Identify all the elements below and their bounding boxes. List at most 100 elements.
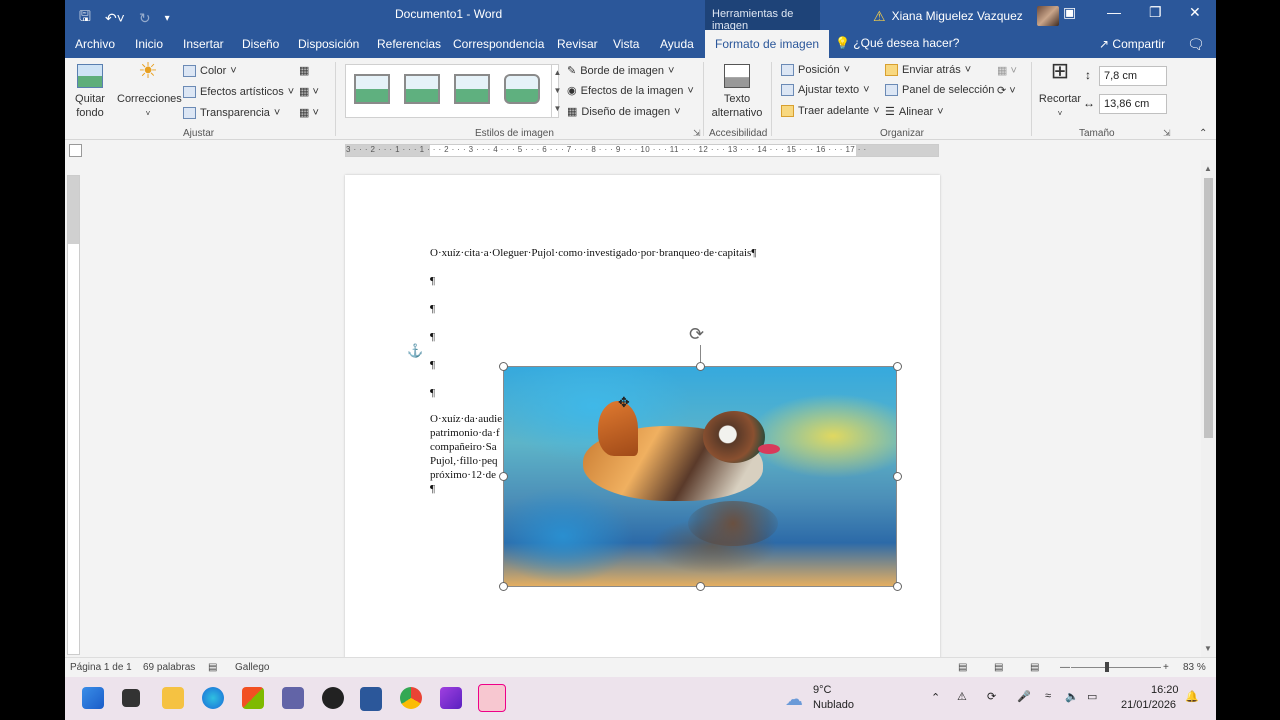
tab-correspondencia[interactable]: Correspondencia bbox=[453, 37, 544, 51]
weather-desc[interactable]: Nublado bbox=[813, 699, 854, 711]
notifications-icon[interactable]: 🔔 bbox=[1185, 690, 1199, 703]
style-thumbnail[interactable] bbox=[504, 74, 540, 104]
resize-handle-w[interactable] bbox=[499, 472, 508, 481]
tab-ayuda[interactable]: Ayuda bbox=[660, 37, 694, 51]
size-dialog-launcher-icon[interactable]: ⇲ bbox=[1163, 128, 1171, 139]
empty-paragraph[interactable]: ¶ bbox=[430, 303, 435, 315]
body-line[interactable]: patrimonio·da·f bbox=[430, 427, 500, 439]
sync-icon[interactable]: ⟳ bbox=[987, 690, 996, 703]
body-line[interactable]: compañeiro·Sa bbox=[430, 441, 497, 453]
resize-handle-nw[interactable] bbox=[499, 362, 508, 371]
change-picture-icon[interactable]: ▦ ˅ bbox=[299, 85, 319, 98]
tab-diseno[interactable]: Diseño bbox=[242, 37, 279, 51]
print-layout-icon[interactable]: ▤ bbox=[994, 662, 1003, 673]
clock-time[interactable]: 16:20 bbox=[1151, 684, 1179, 696]
resize-handle-sw[interactable] bbox=[499, 582, 508, 591]
word-icon[interactable] bbox=[360, 687, 382, 709]
undo-icon[interactable]: ↶˅ bbox=[105, 10, 125, 27]
correcciones-button[interactable]: ☀ Correcciones ˅ bbox=[117, 60, 182, 121]
style-thumbnail[interactable] bbox=[354, 74, 390, 104]
show-hidden-icons[interactable]: ⌃ bbox=[931, 691, 940, 704]
reset-picture-icon[interactable]: ▦ ˅ bbox=[299, 106, 319, 119]
store-icon[interactable] bbox=[242, 687, 264, 709]
scroll-down-icon[interactable]: ▼ bbox=[1204, 644, 1212, 653]
dialog-launcher-icon[interactable]: ⇲ bbox=[693, 128, 701, 139]
tell-me-search[interactable]: 💡 ¿Qué desea hacer? bbox=[835, 36, 959, 50]
empty-paragraph[interactable]: ¶ bbox=[430, 483, 435, 495]
file-explorer-icon[interactable] bbox=[162, 687, 184, 709]
transparencia-button[interactable]: Transparencia ˅ bbox=[183, 107, 280, 119]
language[interactable]: Gallego bbox=[235, 662, 269, 673]
battery-icon[interactable]: ▭ bbox=[1087, 690, 1097, 703]
ajustar-texto-button[interactable]: Ajustar texto ˅ bbox=[781, 84, 870, 96]
redo-icon[interactable]: ↻ bbox=[139, 10, 151, 27]
efectos-imagen-button[interactable]: ◉ Efectos de la imagen ˅ bbox=[567, 84, 694, 98]
teams-icon[interactable] bbox=[282, 687, 304, 709]
warning-icon[interactable]: ⚠ bbox=[873, 8, 886, 25]
tab-referencias[interactable]: Referencias bbox=[377, 37, 441, 51]
compress-pictures-icon[interactable]: ▦ bbox=[299, 64, 309, 77]
posicion-button[interactable]: Posición ˅ bbox=[781, 64, 850, 76]
efectos-artisticos-button[interactable]: Efectos artísticos ˅ bbox=[183, 86, 294, 98]
web-layout-icon[interactable]: ▤ bbox=[1030, 662, 1039, 673]
empty-paragraph[interactable]: ¶ bbox=[430, 359, 435, 371]
minimize-icon[interactable]: — bbox=[1107, 4, 1121, 20]
width-field[interactable]: 13,86 cm bbox=[1099, 94, 1167, 114]
start-icon[interactable] bbox=[82, 687, 104, 709]
wifi-icon[interactable]: ≈ bbox=[1045, 690, 1051, 702]
empty-paragraph[interactable]: ¶ bbox=[430, 275, 435, 287]
horizontal-ruler[interactable]: 3 · · · 2 · · · 1 · · · 1 · · · 2 · · · … bbox=[345, 144, 939, 157]
read-mode-icon[interactable]: ▤ bbox=[958, 662, 967, 673]
weather-temp[interactable]: 9°C bbox=[813, 684, 831, 696]
microphone-icon[interactable]: 🎤 bbox=[1017, 690, 1031, 703]
resize-handle-n[interactable] bbox=[696, 362, 705, 371]
clock-date[interactable]: 21/01/2026 bbox=[1121, 699, 1176, 711]
diseno-imagen-button[interactable]: ▦ Diseño de imagen ˅ bbox=[567, 105, 681, 119]
user-info[interactable]: ⚠ Xiana Miguelez Vazquez bbox=[873, 6, 1059, 26]
body-line[interactable]: O·xuíz·da·audie bbox=[430, 413, 502, 425]
enviar-atras-button[interactable]: Enviar atrás ˅ bbox=[885, 64, 971, 76]
share-button[interactable]: ↗ Compartir bbox=[1099, 37, 1165, 51]
collapse-ribbon-icon[interactable]: ⌃ bbox=[1199, 128, 1207, 139]
task-view-icon[interactable] bbox=[122, 689, 140, 707]
texto-alternativo-button[interactable]: Texto alternativo bbox=[709, 64, 765, 120]
paragraph-headline[interactable]: O·xuíz·cita·a·Oleguer·Pujol·como·investi… bbox=[430, 247, 756, 259]
word-count[interactable]: 69 palabras bbox=[143, 662, 195, 673]
borde-imagen-button[interactable]: ✎ Borde de imagen ˅ bbox=[567, 64, 674, 78]
recortar-button[interactable]: ⊞ Recortar ˅ bbox=[1037, 60, 1083, 121]
restore-icon[interactable]: ❐ bbox=[1149, 4, 1162, 21]
customize-qat-icon[interactable]: ▾ bbox=[165, 13, 170, 24]
resize-handle-ne[interactable] bbox=[893, 362, 902, 371]
edge-icon[interactable] bbox=[202, 687, 224, 709]
rotate-icon[interactable]: ⟳ ˅ bbox=[997, 84, 1016, 97]
zoom-slider-thumb[interactable] bbox=[1105, 662, 1109, 672]
zoom-in-icon[interactable]: + bbox=[1163, 662, 1169, 673]
tab-disposicion[interactable]: Disposición bbox=[298, 37, 359, 51]
height-field[interactable]: 7,8 cm bbox=[1099, 66, 1167, 86]
tab-revisar[interactable]: Revisar bbox=[557, 37, 598, 51]
zoom-level[interactable]: 83 % bbox=[1183, 662, 1206, 673]
tab-insertar[interactable]: Insertar bbox=[183, 37, 224, 51]
network-alert-icon[interactable]: ⚠ bbox=[957, 690, 967, 703]
clipchamp-icon[interactable] bbox=[440, 687, 462, 709]
save-icon[interactable]: 🖫 bbox=[79, 6, 91, 30]
panel-seleccion-button[interactable]: Panel de selección bbox=[885, 84, 994, 96]
anchor-icon[interactable]: ⚓ bbox=[407, 343, 423, 359]
close-icon[interactable]: ✕ bbox=[1189, 4, 1201, 21]
color-button[interactable]: Color ˅ bbox=[183, 65, 237, 77]
gallery-scroll[interactable]: ▲ ▼ ▼ bbox=[551, 64, 563, 118]
vertical-scrollbar[interactable]: ▲ ▼ bbox=[1201, 160, 1216, 657]
avatar[interactable] bbox=[1036, 6, 1059, 26]
chrome-icon[interactable] bbox=[400, 687, 422, 709]
quitar-fondo-button[interactable]: Quitar fondo bbox=[73, 64, 107, 120]
tab-vista[interactable]: Vista bbox=[613, 37, 639, 51]
obs-icon[interactable] bbox=[322, 687, 344, 709]
traer-adelante-button[interactable]: Traer adelante ˅ bbox=[781, 105, 880, 117]
recording-app-icon[interactable] bbox=[478, 684, 506, 712]
zoom-out-icon[interactable]: — bbox=[1060, 662, 1070, 673]
resize-handle-se[interactable] bbox=[893, 582, 902, 591]
zoom-slider[interactable] bbox=[1071, 667, 1161, 668]
resize-handle-s[interactable] bbox=[696, 582, 705, 591]
ribbon-display-options-icon[interactable]: ▣ bbox=[1063, 4, 1076, 21]
proofing-icon[interactable]: ▤ bbox=[208, 662, 217, 673]
